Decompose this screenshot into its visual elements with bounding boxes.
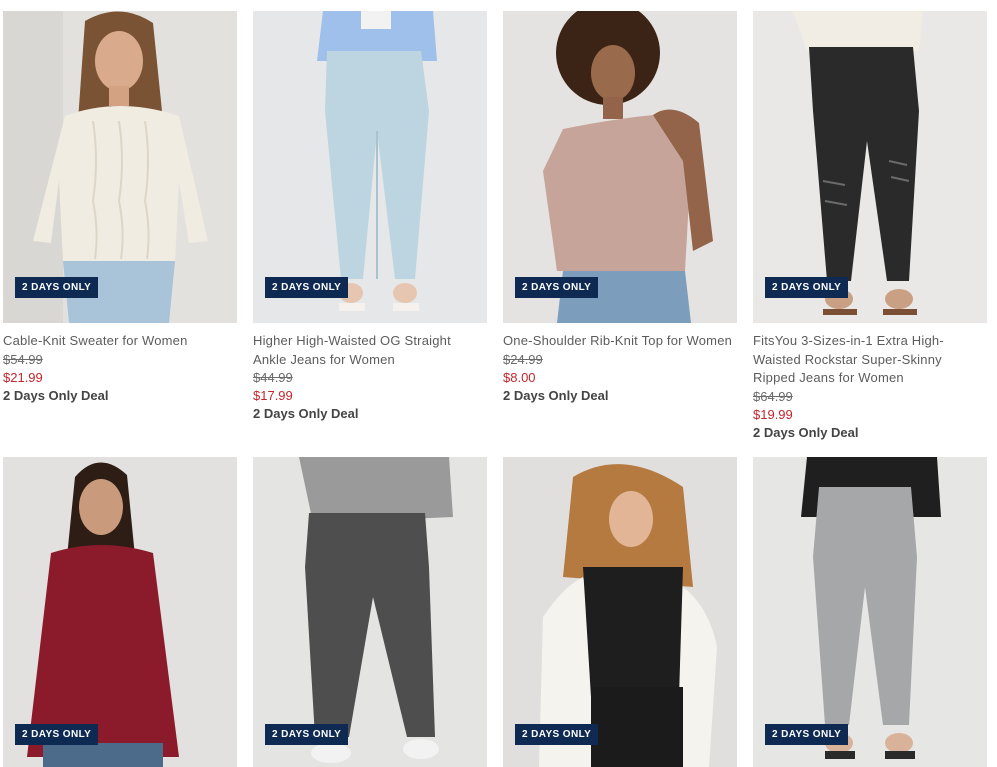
product-title[interactable]: One-Shoulder Rib-Knit Top for Women — [503, 332, 737, 351]
original-price: $24.99 — [503, 351, 543, 367]
original-price: $44.99 — [253, 370, 293, 385]
deal-label: 2 Days Only Deal — [503, 387, 609, 403]
two-days-only-badge: 2 DAYS ONLY — [265, 277, 349, 298]
sale-price: $8.00 — [503, 369, 536, 385]
sale-price: $21.99 — [3, 369, 43, 385]
two-days-only-badge: 2 DAYS ONLY — [15, 277, 99, 298]
product-card[interactable]: 2 DAYS ONLY — [253, 457, 487, 767]
product-card[interactable]: 2 DAYS ONLY — [503, 457, 737, 767]
sale-price: $17.99 — [253, 388, 293, 403]
two-days-only-badge: 2 DAYS ONLY — [515, 277, 599, 298]
product-image[interactable]: 2 DAYS ONLY — [503, 11, 737, 323]
deal-label: 2 Days Only Deal — [753, 424, 859, 440]
product-card[interactable]: 2 DAYS ONLY FitsYou 3-Sizes-in-1 Extra H… — [753, 11, 987, 442]
two-days-only-badge: 2 DAYS ONLY — [265, 724, 349, 745]
product-title[interactable]: Higher High-Waisted OG Straight Ankle Je… — [253, 332, 487, 369]
product-title[interactable]: FitsYou 3-Sizes-in-1 Extra High-Waisted … — [753, 332, 987, 388]
two-days-only-badge: 2 DAYS ONLY — [15, 724, 99, 745]
product-image[interactable]: 2 DAYS ONLY — [253, 11, 487, 323]
product-image[interactable]: 2 DAYS ONLY — [3, 11, 237, 323]
product-card[interactable]: 2 DAYS ONLY Higher High-Waisted OG Strai… — [253, 11, 487, 423]
original-price: $54.99 — [3, 351, 43, 367]
deal-label: 2 Days Only Deal — [3, 387, 109, 403]
deal-label: 2 Days Only Deal — [253, 406, 359, 421]
product-card[interactable]: 2 DAYS ONLY — [753, 457, 987, 767]
product-image[interactable]: 2 DAYS ONLY — [3, 457, 237, 767]
two-days-only-badge: 2 DAYS ONLY — [765, 724, 849, 745]
two-days-only-badge: 2 DAYS ONLY — [765, 277, 849, 298]
product-card[interactable]: 2 DAYS ONLY Cable-Knit Sweater for Women… — [3, 11, 237, 405]
original-price: $64.99 — [753, 388, 793, 404]
two-days-only-badge: 2 DAYS ONLY — [515, 724, 599, 745]
product-image[interactable]: 2 DAYS ONLY — [753, 11, 987, 323]
product-card[interactable]: 2 DAYS ONLY One-Shoulder Rib-Knit Top fo… — [503, 11, 737, 405]
product-image[interactable]: 2 DAYS ONLY — [253, 457, 487, 767]
product-image[interactable]: 2 DAYS ONLY — [753, 457, 987, 767]
sale-price: $19.99 — [753, 406, 793, 422]
product-card[interactable]: 2 DAYS ONLY — [3, 457, 237, 767]
product-title[interactable]: Cable-Knit Sweater for Women — [3, 332, 237, 351]
product-image[interactable]: 2 DAYS ONLY — [503, 457, 737, 767]
